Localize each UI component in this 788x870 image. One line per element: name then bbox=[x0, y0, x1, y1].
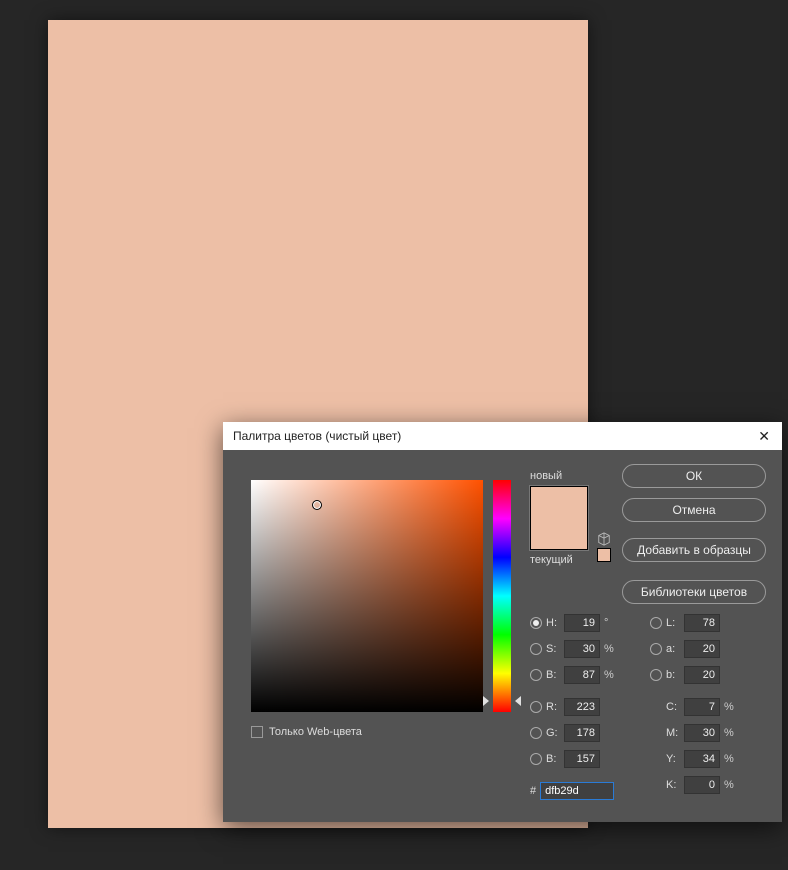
hue-unit: ° bbox=[604, 617, 614, 629]
hue-input[interactable] bbox=[564, 614, 600, 632]
brightness-radio[interactable] bbox=[530, 669, 542, 681]
g-label: G: bbox=[546, 727, 560, 739]
brightness-input[interactable] bbox=[564, 666, 600, 684]
g-row: G: bbox=[530, 724, 624, 742]
k-row: K: % bbox=[650, 776, 744, 794]
y-label: Y: bbox=[666, 753, 680, 765]
color-picker-dialog: Палитра цветов (чистый цвет) ✕ новый тек… bbox=[223, 422, 782, 822]
cancel-button[interactable]: Отмена bbox=[622, 498, 766, 522]
a-input[interactable] bbox=[684, 640, 720, 658]
brightness-unit: % bbox=[604, 669, 614, 681]
l-radio[interactable] bbox=[650, 617, 662, 629]
brightness-row: B: % bbox=[530, 666, 624, 684]
current-color-label: текущий bbox=[530, 554, 573, 566]
new-color-label: новый bbox=[530, 470, 562, 482]
c-label: C: bbox=[666, 701, 680, 713]
r-label: R: bbox=[546, 701, 560, 713]
current-color-swatch[interactable] bbox=[531, 518, 587, 549]
c-unit: % bbox=[724, 701, 734, 713]
lab-b-row: b: bbox=[650, 666, 744, 684]
k-label: K: bbox=[666, 779, 680, 791]
web-only-checkbox[interactable] bbox=[251, 726, 263, 738]
cube-icon bbox=[597, 532, 611, 546]
saturation-row: S: % bbox=[530, 640, 624, 658]
l-row: L: bbox=[650, 614, 744, 632]
k-unit: % bbox=[724, 779, 734, 791]
hue-radio[interactable] bbox=[530, 617, 542, 629]
l-label: L: bbox=[666, 617, 680, 629]
m-label: M: bbox=[666, 727, 680, 739]
rgb-b-radio[interactable] bbox=[530, 753, 542, 765]
nearest-websafe-swatch[interactable] bbox=[597, 548, 611, 562]
g-radio[interactable] bbox=[530, 727, 542, 739]
add-swatch-button[interactable]: Добавить в образцы bbox=[622, 538, 766, 562]
lab-b-radio[interactable] bbox=[650, 669, 662, 681]
dialog-title: Палитра цветов (чистый цвет) bbox=[233, 429, 401, 443]
saturation-radio[interactable] bbox=[530, 643, 542, 655]
lab-b-label: b: bbox=[666, 669, 680, 681]
ok-button[interactable]: ОК bbox=[622, 464, 766, 488]
web-only-row: Только Web-цвета bbox=[251, 726, 362, 738]
r-radio[interactable] bbox=[530, 701, 542, 713]
hex-input[interactable] bbox=[540, 782, 614, 800]
new-color-swatch[interactable] bbox=[531, 487, 587, 518]
hex-label: # bbox=[530, 785, 536, 797]
a-label: a: bbox=[666, 643, 680, 655]
color-libraries-button[interactable]: Библиотеки цветов bbox=[622, 580, 766, 604]
k-input[interactable] bbox=[684, 776, 720, 794]
hue-row: H: ° bbox=[530, 614, 624, 632]
c-input[interactable] bbox=[684, 698, 720, 716]
web-only-label: Только Web-цвета bbox=[269, 726, 362, 738]
sv-indicator-icon bbox=[312, 500, 322, 510]
r-input[interactable] bbox=[564, 698, 600, 716]
rgb-b-row: B: bbox=[530, 750, 624, 768]
dialog-titlebar: Палитра цветов (чистый цвет) ✕ bbox=[223, 422, 782, 450]
saturation-input[interactable] bbox=[564, 640, 600, 658]
m-row: M: % bbox=[650, 724, 744, 742]
y-row: Y: % bbox=[650, 750, 744, 768]
hue-slider[interactable] bbox=[493, 480, 511, 712]
y-unit: % bbox=[724, 753, 734, 765]
color-preview bbox=[530, 486, 588, 550]
saturation-label: S: bbox=[546, 643, 560, 655]
g-input[interactable] bbox=[564, 724, 600, 742]
rgb-b-input[interactable] bbox=[564, 750, 600, 768]
m-unit: % bbox=[724, 727, 734, 739]
hex-row: # bbox=[530, 782, 614, 800]
l-input[interactable] bbox=[684, 614, 720, 632]
a-row: a: bbox=[650, 640, 744, 658]
rgb-b-label: B: bbox=[546, 753, 560, 765]
m-input[interactable] bbox=[684, 724, 720, 742]
lab-b-input[interactable] bbox=[684, 666, 720, 684]
close-icon[interactable]: ✕ bbox=[754, 428, 774, 445]
a-radio[interactable] bbox=[650, 643, 662, 655]
saturation-value-field[interactable] bbox=[251, 480, 483, 712]
y-input[interactable] bbox=[684, 750, 720, 768]
hue-label: H: bbox=[546, 617, 560, 629]
c-row: C: % bbox=[650, 698, 744, 716]
saturation-unit: % bbox=[604, 643, 614, 655]
brightness-label: B: bbox=[546, 669, 560, 681]
r-row: R: bbox=[530, 698, 624, 716]
